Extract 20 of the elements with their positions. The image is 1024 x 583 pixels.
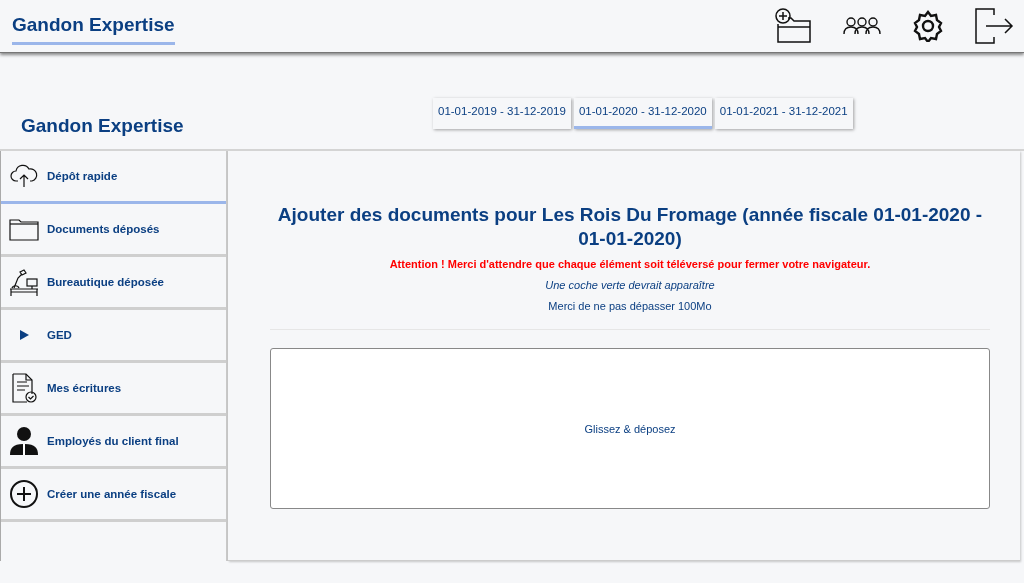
- person-icon: [9, 426, 39, 456]
- year-tab[interactable]: 01-01-2020 - 31-12-2020: [573, 98, 712, 129]
- page-heading: Ajouter des documents pour Les Rois Du Fromage (année fiscale 01-01-2020 - 01-01-2020): [276, 203, 984, 251]
- drop-zone[interactable]: Glissez & déposez: [270, 348, 990, 509]
- hint-text: Une coche verte devrait apparaître: [545, 279, 715, 291]
- caret-right-icon[interactable]: [19, 330, 29, 340]
- folder-icon: [9, 217, 39, 241]
- year-tab[interactable]: 01-01-2019 - 31-12-2019: [433, 98, 571, 129]
- document-check-icon: [11, 373, 37, 403]
- company-name: Gandon Expertise: [20, 115, 185, 138]
- app-title[interactable]: Gandon Expertise: [12, 9, 175, 45]
- size-limit-text: Merci de ne pas dépasser 100Mo: [548, 300, 712, 312]
- cloud-upload-icon: [10, 163, 38, 189]
- folder-add-icon[interactable]: [774, 7, 812, 45]
- logout-icon[interactable]: [974, 7, 1014, 45]
- warning-text: Attention ! Merci d'attendre que chaque élément soit téléversé pour fermer votre navigateur.: [389, 258, 871, 270]
- settings-icon[interactable]: [912, 10, 944, 42]
- add-circle-icon: [9, 479, 39, 509]
- year-tab[interactable]: 01-01-2021 - 31-12-2021: [714, 98, 853, 129]
- desk-icon: [8, 267, 40, 297]
